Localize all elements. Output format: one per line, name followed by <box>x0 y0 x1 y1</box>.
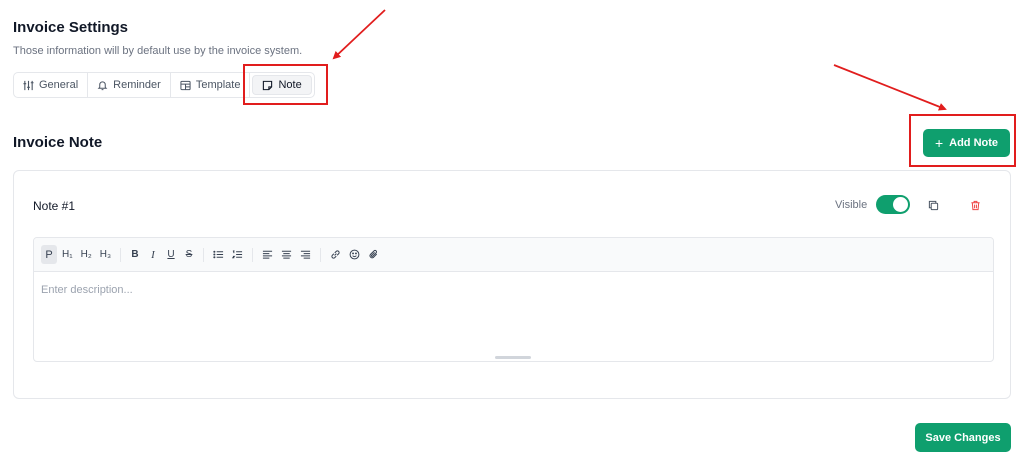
tab-general-label: General <box>39 79 79 91</box>
align-left-icon <box>262 250 273 259</box>
align-right-button[interactable] <box>297 245 314 264</box>
arrow-to-add-note <box>833 64 947 111</box>
heading2-button[interactable]: H₂ <box>78 245 95 264</box>
italic-button[interactable]: I <box>145 245 161 264</box>
delete-button[interactable] <box>967 197 983 213</box>
trash-icon <box>970 200 980 210</box>
bullet-list-button[interactable] <box>210 245 227 264</box>
heading1-button[interactable]: H₁ <box>59 245 76 264</box>
plus-icon: + <box>934 135 944 151</box>
copy-button[interactable] <box>925 197 941 213</box>
align-center-button[interactable] <box>278 245 295 264</box>
page-title: Invoice Settings <box>13 19 129 36</box>
tab-template-label: Template <box>195 79 241 91</box>
toolbar-divider <box>252 247 254 262</box>
arrow-to-note-tab <box>332 9 386 60</box>
section-title: Invoice Note <box>13 134 103 151</box>
template-icon <box>180 80 191 90</box>
description-input[interactable]: Enter description... <box>41 284 133 296</box>
highlight-note-tab <box>243 64 328 105</box>
link-button[interactable] <box>327 245 344 264</box>
paperclip-icon <box>369 249 378 259</box>
tab-reminder[interactable]: Reminder <box>88 73 171 97</box>
note-title: Note #1 <box>33 199 76 213</box>
tab-template[interactable]: Template <box>171 73 251 97</box>
bold-button[interactable]: B <box>127 245 143 264</box>
attach-button[interactable] <box>365 245 382 264</box>
tab-general[interactable]: General <box>14 73 89 97</box>
link-icon <box>331 250 340 259</box>
align-left-button[interactable] <box>259 245 276 264</box>
toolbar-divider <box>203 247 205 262</box>
save-changes-button[interactable]: Save Changes <box>915 423 1011 452</box>
align-center-icon <box>281 250 292 259</box>
visible-label: Visible <box>835 199 868 211</box>
bell-icon <box>97 80 108 90</box>
toolbar-divider <box>120 247 122 262</box>
tab-reminder-label: Reminder <box>113 79 161 91</box>
heading3-button[interactable]: H₃ <box>97 245 114 264</box>
editor-toolbar: P H₁ H₂ H₃ B I U S <box>34 238 993 272</box>
paragraph-button[interactable]: P <box>41 245 57 264</box>
ordered-list-icon <box>232 250 243 259</box>
toolbar-divider <box>320 247 322 262</box>
add-note-button[interactable]: + Add Note <box>923 129 1010 157</box>
ordered-list-button[interactable] <box>229 245 246 264</box>
copy-icon <box>928 200 938 210</box>
strikethrough-button[interactable]: S <box>181 245 197 264</box>
add-note-label: Add Note <box>949 137 999 149</box>
underline-button[interactable]: U <box>163 245 179 264</box>
align-right-icon <box>300 250 311 259</box>
visible-toggle[interactable] <box>876 195 910 214</box>
description-editor: P H₁ H₂ H₃ B I U S Enter description... <box>33 237 994 362</box>
note-card: Note #1 Visible P H₁ H₂ H₃ B I U S Enter… <box>13 170 1011 399</box>
editor-resize-handle[interactable] <box>495 356 531 359</box>
smiley-icon <box>349 249 360 260</box>
sliders-icon <box>23 80 34 90</box>
page-subtitle: Those information will by default use by… <box>13 45 303 57</box>
bullet-list-icon <box>213 250 224 259</box>
emoji-button[interactable] <box>346 245 363 264</box>
